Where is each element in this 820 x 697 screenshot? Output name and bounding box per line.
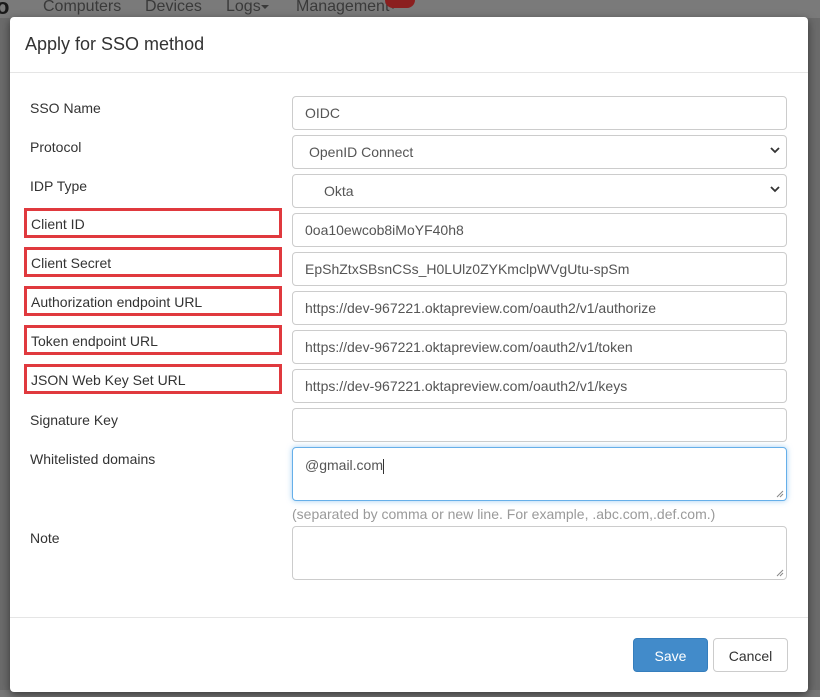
jwks-url-input[interactable]: https://dev-967221.oktapreview.com/oauth… (292, 369, 787, 403)
sso-name-input[interactable]: OIDC (292, 96, 787, 130)
idp-type-label: IDP Type (30, 178, 88, 194)
token-endpoint-label: Token endpoint URL (24, 325, 282, 355)
client-secret-label: Client Secret (24, 247, 282, 277)
nav-logs-label: Logs (226, 0, 261, 15)
client-id-label: Client ID (24, 208, 282, 238)
protocol-select[interactable]: OpenID Connect (292, 135, 787, 169)
note-textarea[interactable] (292, 526, 787, 580)
whitelisted-domains-value: @gmail.com (305, 457, 384, 473)
modal-body: SSO Name OIDC Protocol OpenID Connect ID… (10, 73, 808, 617)
signature-key-label: Signature Key (30, 412, 118, 428)
nav-management-label: Management (296, 0, 390, 15)
protocol-label: Protocol (30, 139, 82, 155)
whitelisted-domains-label: Whitelisted domains (30, 451, 156, 467)
background-navbar: o Computers Devices Logs Management (0, 0, 820, 18)
sso-modal: Apply for SSO method SSO Name OIDC Proto… (10, 17, 808, 692)
authorization-endpoint-input[interactable]: https://dev-967221.oktapreview.com/oauth… (292, 291, 787, 325)
cancel-button[interactable]: Cancel (713, 638, 788, 672)
modal-footer: Save Cancel (10, 617, 808, 692)
note-label: Note (30, 530, 60, 546)
authorization-endpoint-label: Authorization endpoint URL (24, 286, 282, 316)
sso-name-label: SSO Name (30, 100, 101, 116)
nav-logs[interactable]: Logs (226, 0, 269, 16)
resize-handle-icon[interactable] (775, 489, 784, 498)
whitelist-help-text: (separated by comma or new line. For exa… (292, 506, 716, 522)
nav-devices[interactable]: Devices (145, 0, 202, 16)
client-id-input[interactable]: 0oa10ewcob8iMoYF40h8 (292, 213, 787, 247)
save-button[interactable]: Save (633, 638, 708, 672)
resize-handle-icon[interactable] (775, 568, 784, 577)
jwks-url-label: JSON Web Key Set URL (24, 364, 282, 394)
chevron-down-icon (770, 147, 780, 154)
text-cursor (383, 458, 385, 474)
signature-key-input[interactable] (292, 408, 787, 442)
idp-type-select[interactable]: Okta (292, 174, 787, 208)
notification-badge (385, 0, 415, 8)
modal-title: Apply for SSO method (25, 34, 205, 54)
modal-header: Apply for SSO method (10, 17, 808, 73)
idp-type-select-value: Okta (324, 183, 354, 199)
nav-computers[interactable]: Computers (43, 0, 121, 16)
protocol-select-value: OpenID Connect (309, 144, 414, 160)
client-secret-input[interactable]: EpShZtxSBsnCSs_H0LUlz0ZYKmclpWVgUtu-spSm (292, 252, 787, 286)
token-endpoint-input[interactable]: https://dev-967221.oktapreview.com/oauth… (292, 330, 787, 364)
chevron-down-icon (770, 186, 780, 193)
app-logo: o (0, 0, 10, 18)
caret-down-icon (260, 4, 269, 9)
whitelisted-domains-textarea[interactable]: @gmail.com (292, 447, 787, 501)
nav-management[interactable]: Management (296, 0, 398, 16)
